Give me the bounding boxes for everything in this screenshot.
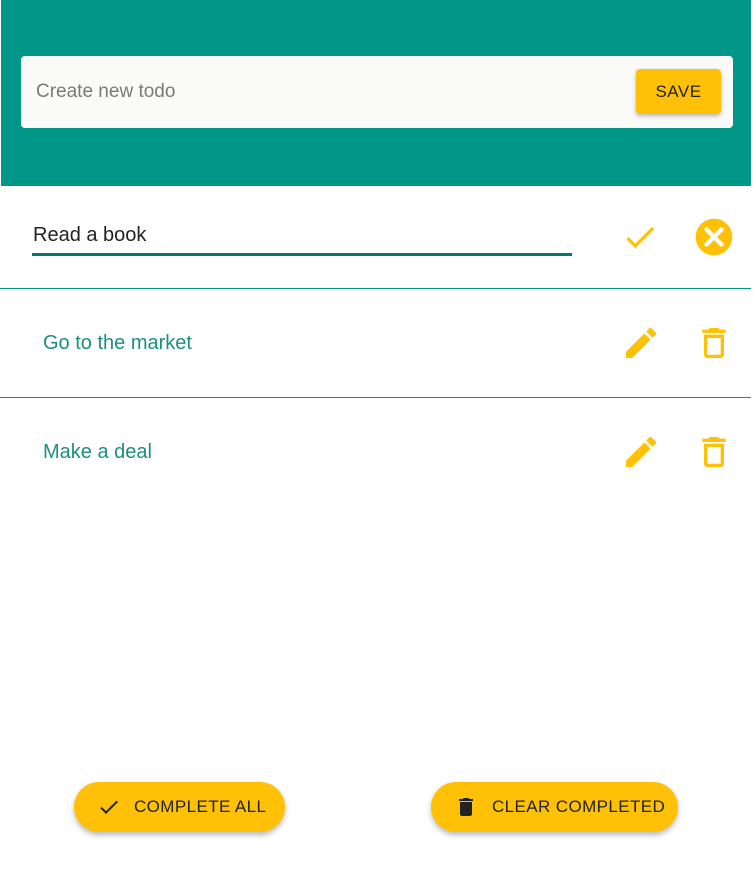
trash-icon	[694, 323, 734, 363]
todo-item-editing	[0, 186, 751, 289]
save-button[interactable]: SAVE	[636, 69, 721, 114]
pencil-icon	[621, 432, 661, 472]
todo-text[interactable]: Make a deal	[43, 398, 152, 506]
confirm-edit-button[interactable]	[620, 217, 660, 257]
complete-all-button[interactable]: COMPLETE ALL	[74, 782, 285, 832]
todo-text[interactable]: Go to the market	[43, 289, 192, 397]
cancel-edit-button[interactable]	[694, 217, 734, 257]
check-icon	[621, 218, 659, 256]
app-header: SAVE	[1, 0, 751, 186]
clear-completed-button[interactable]: CLEAR COMPLETED	[431, 782, 678, 832]
close-circle-icon	[694, 217, 734, 257]
todo-app: SAVE Go to the market	[0, 0, 753, 891]
complete-all-label: COMPLETE ALL	[134, 797, 267, 816]
new-todo-input[interactable]	[36, 56, 626, 128]
check-icon	[97, 795, 121, 819]
delete-todo-button[interactable]	[694, 323, 734, 363]
trash-icon	[694, 432, 734, 472]
clear-completed-label: CLEAR COMPLETED	[492, 797, 666, 816]
trash-icon	[454, 795, 478, 819]
pencil-icon	[621, 323, 661, 363]
delete-todo-button[interactable]	[694, 432, 734, 472]
edit-todo-input[interactable]	[32, 220, 572, 256]
edit-todo-button[interactable]	[621, 432, 661, 472]
todo-item: Go to the market	[0, 289, 751, 398]
new-todo-card: SAVE	[21, 56, 733, 128]
edit-todo-button[interactable]	[621, 323, 661, 363]
todo-item: Make a deal	[0, 398, 751, 507]
